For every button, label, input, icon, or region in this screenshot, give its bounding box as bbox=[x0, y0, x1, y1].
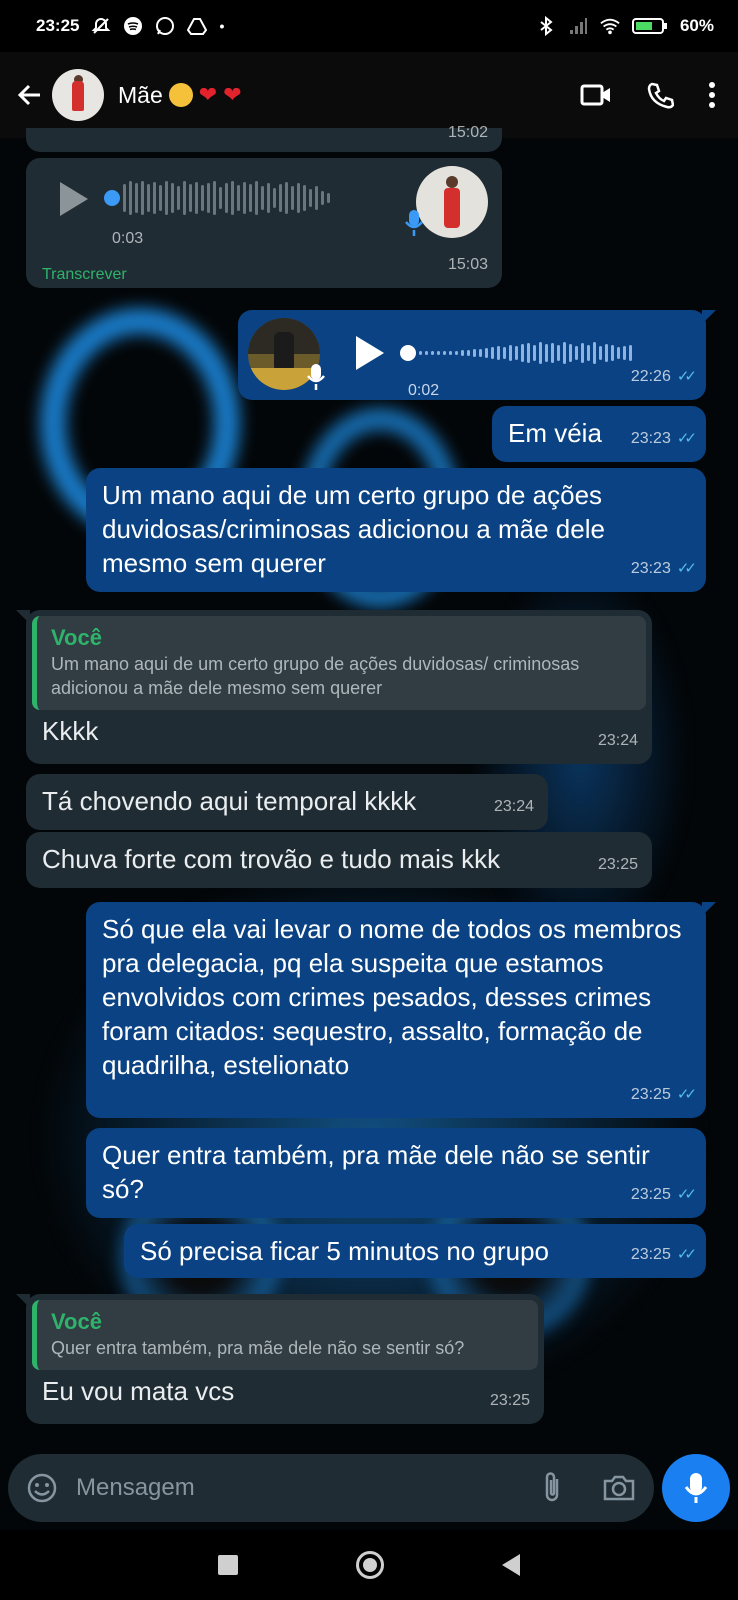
battery-level: 60% bbox=[679, 16, 714, 35]
recents-square-icon[interactable] bbox=[218, 1555, 238, 1575]
message-meta: 22:26 ✓✓ bbox=[630, 360, 697, 394]
read-ticks-icon: ✓✓ bbox=[676, 1246, 697, 1263]
message-time: 23:24 bbox=[493, 798, 534, 815]
message-time: 23:25 bbox=[597, 856, 638, 873]
spotify-icon bbox=[124, 17, 143, 35]
red-heart-icon: ❤ bbox=[198, 82, 218, 108]
message-time: 23:23 bbox=[630, 560, 671, 577]
dot-icon: • bbox=[219, 18, 225, 34]
back-triangle-icon[interactable] bbox=[502, 1554, 520, 1576]
message-meta: 23:25 ✓✓ bbox=[630, 1238, 697, 1272]
message-meta: 23:23 ✓✓ bbox=[630, 422, 697, 456]
message-audio-outgoing[interactable]: 0:02 22:26 ✓✓ bbox=[238, 310, 716, 400]
message-text: Kkkk bbox=[42, 716, 99, 746]
back-arrow-icon[interactable] bbox=[8, 73, 52, 117]
play-icon[interactable] bbox=[60, 182, 88, 216]
quote-text: Quer entra também, pra mãe dele não se s… bbox=[51, 1338, 465, 1358]
smiling-face-with-hearts-icon bbox=[168, 83, 193, 107]
read-ticks-icon: ✓✓ bbox=[676, 430, 697, 447]
whatsapp-icon bbox=[156, 17, 175, 35]
message-meta: 23:23 ✓✓ bbox=[630, 552, 697, 586]
read-ticks-icon: ✓✓ bbox=[676, 560, 697, 577]
message-time: 22:26 bbox=[630, 368, 671, 385]
message-time: 23:23 bbox=[630, 430, 671, 447]
message-audio-incoming-partial[interactable]: 15:02 bbox=[26, 124, 502, 152]
contact-avatar[interactable] bbox=[52, 69, 104, 121]
status-time: 23:25 bbox=[36, 16, 80, 35]
message-text-outgoing[interactable]: Em véia 23:23 ✓✓ bbox=[492, 406, 706, 462]
mic-icon bbox=[307, 364, 325, 390]
quote-author: Você bbox=[51, 1309, 102, 1334]
camera-icon[interactable] bbox=[602, 1473, 636, 1503]
message-text: Chuva forte com trovão e tudo mais kkk bbox=[42, 844, 501, 874]
wifi-icon bbox=[600, 18, 620, 35]
message-time: 15:03 bbox=[447, 256, 488, 273]
phone-icon[interactable] bbox=[646, 81, 674, 109]
message-reply-incoming[interactable]: Você Um mano aqui de um certo grupo de a… bbox=[16, 610, 652, 764]
more-options-icon[interactable] bbox=[708, 81, 716, 109]
message-reply-incoming[interactable]: Você Quer entra também, pra mãe dele não… bbox=[16, 1294, 544, 1424]
message-text-incoming[interactable]: Tá chovendo aqui temporal kkkk 23:24 bbox=[26, 774, 548, 830]
quote-text: Um mano aqui de um certo grupo de ações … bbox=[51, 654, 580, 698]
red-heart-icon: ❤ bbox=[223, 82, 242, 108]
mic-icon bbox=[405, 210, 423, 236]
message-time: 23:24 bbox=[597, 732, 638, 749]
battery-icon bbox=[631, 18, 667, 34]
message-text: Eu vou mata vcs bbox=[42, 1376, 235, 1406]
message-text: Só precisa ficar 5 minutos no grupo bbox=[140, 1236, 549, 1266]
quote-author: Você bbox=[51, 625, 102, 650]
transcribe-button[interactable]: Transcrever bbox=[42, 258, 127, 292]
message-text-outgoing[interactable]: Só precisa ficar 5 minutos no grupo 23:2… bbox=[124, 1224, 706, 1278]
chat-header: Mãe ❤ ❤ bbox=[0, 52, 738, 138]
home-circle-icon[interactable] bbox=[356, 1551, 384, 1579]
message-audio-incoming[interactable]: 0:03 Transcrever 15:03 bbox=[26, 158, 502, 288]
quoted-message[interactable]: Você Quer entra também, pra mãe dele não… bbox=[32, 1300, 538, 1370]
system-nav-bar bbox=[0, 1530, 738, 1600]
video-call-icon[interactable] bbox=[580, 83, 612, 107]
attach-icon[interactable] bbox=[540, 1471, 564, 1505]
message-meta: 23:25 ✓✓ bbox=[630, 1078, 697, 1112]
message-input[interactable]: Mensagem bbox=[76, 1474, 195, 1502]
message-time: 23:25 bbox=[630, 1186, 671, 1203]
contact-name-text: Mãe bbox=[118, 81, 163, 108]
message-time: 15:02 bbox=[447, 124, 488, 141]
drive-icon bbox=[187, 18, 208, 35]
audio-waveform[interactable] bbox=[400, 336, 632, 370]
quoted-message[interactable]: Você Um mano aqui de um certo grupo de a… bbox=[32, 616, 646, 710]
message-time: 23:25 bbox=[630, 1086, 671, 1103]
emoji-icon[interactable] bbox=[26, 1472, 58, 1504]
read-ticks-icon: ✓✓ bbox=[676, 1086, 697, 1103]
sender-avatar bbox=[416, 166, 488, 238]
read-ticks-icon: ✓✓ bbox=[676, 368, 697, 385]
bluetooth-icon bbox=[540, 16, 553, 36]
audio-waveform[interactable] bbox=[104, 180, 330, 216]
signal-icon bbox=[569, 18, 587, 34]
status-bar: 23:25 • 60% bbox=[0, 0, 738, 52]
read-ticks-icon: ✓✓ bbox=[676, 1186, 697, 1203]
message-text: Um mano aqui de um certo grupo de ações … bbox=[102, 480, 605, 578]
message-composer[interactable]: Mensagem bbox=[8, 1454, 654, 1522]
play-icon[interactable] bbox=[356, 336, 384, 370]
message-time: 23:25 bbox=[630, 1246, 671, 1263]
mic-icon bbox=[684, 1473, 708, 1503]
contact-name[interactable]: Mãe ❤ ❤ bbox=[118, 82, 242, 109]
message-text: Só que ela vai levar o nome de todos os … bbox=[102, 914, 682, 1080]
chat-area[interactable]: 15:02 0:03 Transcrever 15:03 0:02 22:26 … bbox=[0, 124, 738, 1450]
message-text: Tá chovendo aqui temporal kkkk bbox=[42, 786, 417, 816]
message-text-outgoing[interactable]: Só que ela vai levar o nome de todos os … bbox=[86, 902, 716, 1118]
message-time: 23:25 bbox=[489, 1392, 530, 1409]
message-text-incoming[interactable]: Chuva forte com trovão e tudo mais kkk 2… bbox=[26, 832, 652, 888]
voice-record-button[interactable] bbox=[662, 1454, 730, 1522]
message-text-outgoing[interactable]: Quer entra também, pra mãe dele não se s… bbox=[86, 1128, 706, 1218]
message-text: Quer entra também, pra mãe dele não se s… bbox=[102, 1140, 650, 1204]
message-text-outgoing[interactable]: Um mano aqui de um certo grupo de ações … bbox=[86, 468, 706, 592]
message-meta: 23:25 ✓✓ bbox=[630, 1178, 697, 1212]
audio-duration: 0:02 bbox=[408, 382, 440, 399]
audio-duration: 0:03 bbox=[112, 230, 144, 247]
muted-icon bbox=[92, 17, 111, 34]
